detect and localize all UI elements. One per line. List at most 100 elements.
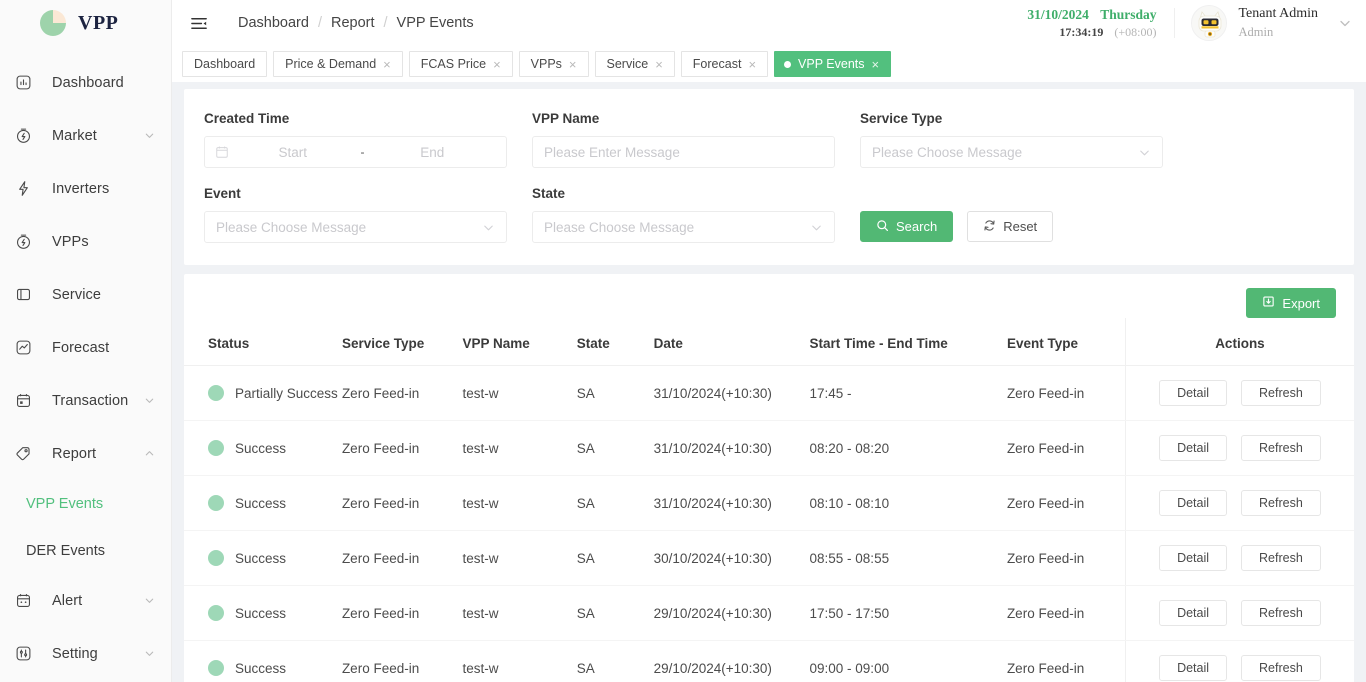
close-icon[interactable]: × — [569, 58, 577, 71]
cell-vpp-name: test-w — [462, 420, 577, 476]
table-row: Success Zero Feed-in test-w SA 29/10/2024(+1… — [184, 640, 1354, 682]
sidebar-item-service[interactable]: Service — [0, 268, 171, 321]
input-placeholder: Please Enter Message — [544, 144, 680, 160]
chevron-down-icon[interactable] — [482, 221, 495, 234]
header-time: 17:34:19 — [1059, 25, 1104, 40]
refresh-button[interactable]: Refresh — [1241, 490, 1321, 516]
alert-icon — [8, 592, 38, 609]
range-separator: - — [360, 145, 365, 159]
detail-button[interactable]: Detail — [1159, 435, 1228, 461]
breadcrumb-item-report[interactable]: Report — [331, 15, 375, 31]
header-weekday: Thursday — [1100, 6, 1157, 22]
tab-vpp-events[interactable]: VPP Events × — [774, 51, 892, 77]
chevron-down-icon[interactable] — [1138, 146, 1151, 159]
top-header: Dashboard / Report / VPP Events 31/10/20… — [172, 0, 1366, 46]
event-select[interactable]: Please Choose Message — [204, 211, 507, 243]
sidebar-item-dashboard[interactable]: Dashboard — [0, 56, 171, 109]
refresh-button[interactable]: Refresh — [1241, 545, 1321, 571]
sidebar-item-label: Transaction — [52, 392, 129, 409]
cell-state: SA — [576, 365, 654, 421]
cell-status: Success — [184, 585, 342, 641]
tab-label: VPP Events — [798, 57, 865, 71]
detail-button[interactable]: Detail — [1159, 380, 1228, 406]
close-icon[interactable]: × — [383, 58, 391, 71]
sidebar-item-forecast[interactable]: Forecast — [0, 321, 171, 374]
detail-button[interactable]: Detail — [1159, 600, 1228, 626]
refresh-button[interactable]: Refresh — [1241, 600, 1321, 626]
status-label: Success — [235, 605, 287, 621]
export-button[interactable]: Export — [1246, 288, 1336, 318]
market-icon — [8, 127, 38, 144]
search-button[interactable]: Search — [860, 211, 954, 242]
reset-button-label: Reset — [1003, 219, 1038, 234]
reset-button[interactable]: Reset — [967, 211, 1054, 242]
close-icon[interactable]: × — [872, 58, 880, 71]
close-icon[interactable]: × — [493, 58, 501, 71]
chevron-down-icon[interactable] — [1338, 16, 1352, 30]
cell-service-type: Zero Feed-in — [341, 365, 463, 421]
detail-button[interactable]: Detail — [1159, 545, 1228, 571]
table-row: Success Zero Feed-in test-w SA 30/10/2024(+1… — [184, 530, 1354, 586]
tab-dashboard[interactable]: Dashboard — [182, 51, 268, 77]
sidebar-item-alert[interactable]: Alert — [0, 574, 171, 627]
refresh-button[interactable]: Refresh — [1241, 435, 1321, 461]
vpp-name-input[interactable]: Please Enter Message — [532, 136, 835, 168]
tab-service[interactable]: Service × — [594, 51, 675, 77]
service-type-select[interactable]: Please Choose Message — [860, 136, 1163, 168]
sidebar: VPP Dashboard Market Inverters VPPs Serv… — [0, 0, 172, 682]
menu-collapse-icon[interactable] — [188, 12, 210, 34]
breadcrumb: Dashboard / Report / VPP Events — [238, 15, 474, 31]
chevron-down-icon[interactable] — [144, 595, 155, 606]
cell-date: 29/10/2024(+10:30) — [653, 585, 810, 641]
brand-logo[interactable]: VPP — [0, 0, 171, 46]
sidebar-item-der-events[interactable]: DER Events — [0, 527, 171, 574]
dashboard-icon — [8, 74, 38, 91]
sidebar-item-setting[interactable]: Setting — [0, 627, 171, 680]
field-label: Service Type — [860, 111, 943, 126]
avatar[interactable] — [1191, 5, 1228, 41]
cell-actions: Detail Refresh — [1124, 640, 1354, 682]
chevron-down-icon[interactable] — [144, 395, 155, 406]
tab-vpps[interactable]: VPPs × — [518, 51, 589, 77]
cell-service-type: Zero Feed-in — [341, 420, 463, 476]
cell-event-type: Zero Feed-in — [1006, 365, 1126, 421]
sidebar-item-label: Market — [52, 127, 97, 144]
sidebar-item-inverters[interactable]: Inverters — [0, 162, 171, 215]
refresh-button[interactable]: Refresh — [1241, 380, 1321, 406]
chevron-up-icon[interactable] — [144, 448, 155, 459]
created-time-range-picker[interactable]: Start - End — [204, 136, 507, 168]
state-select[interactable]: Please Choose Message — [532, 211, 835, 243]
table-row: Success Zero Feed-in test-w SA 31/10/2024(+1… — [184, 420, 1354, 476]
brand-name: VPP — [78, 11, 119, 34]
sidebar-item-label: VPPs — [52, 233, 89, 250]
refresh-button[interactable]: Refresh — [1241, 655, 1321, 681]
tab-forecast[interactable]: Forecast × — [680, 51, 769, 77]
close-icon[interactable]: × — [655, 58, 663, 71]
sidebar-item-vpp-events[interactable]: VPP Events — [0, 480, 171, 527]
tab-fcas-price[interactable]: FCAS Price × — [408, 51, 513, 77]
chevron-down-icon[interactable] — [810, 221, 823, 234]
cell-start-end-time: 09:00 - 09:00 — [809, 640, 1007, 682]
close-icon[interactable]: × — [748, 58, 756, 71]
detail-button[interactable]: Detail — [1159, 655, 1228, 681]
sidebar-item-report[interactable]: Report — [0, 427, 171, 480]
sidebar-item-label: Alert — [52, 592, 83, 609]
sidebar-item-transaction[interactable]: Transaction — [0, 374, 171, 427]
cell-date: 31/10/2024(+10:30) — [653, 420, 810, 476]
column-header-actions: Actions — [1124, 318, 1354, 366]
start-date-placeholder: Start — [278, 144, 307, 160]
sidebar-item-label: Inverters — [52, 180, 110, 197]
cell-vpp-name: test-w — [462, 640, 577, 682]
breadcrumb-item-dashboard[interactable]: Dashboard — [238, 15, 309, 31]
forecast-icon — [8, 339, 38, 356]
detail-button[interactable]: Detail — [1159, 490, 1228, 516]
cell-status: Success — [184, 640, 342, 682]
tab-price-and-demand[interactable]: Price & Demand × — [273, 51, 403, 77]
sidebar-item-market[interactable]: Market — [0, 109, 171, 162]
cell-vpp-name: test-w — [462, 475, 577, 531]
chevron-down-icon[interactable] — [144, 648, 155, 659]
chevron-down-icon[interactable] — [144, 130, 155, 141]
filter-row-1: Created Time Start - End VPP Name Please… — [204, 111, 1334, 168]
table-row: Success Zero Feed-in test-w SA 31/10/2024(+1… — [184, 475, 1354, 531]
sidebar-item-vpps[interactable]: VPPs — [0, 215, 171, 268]
